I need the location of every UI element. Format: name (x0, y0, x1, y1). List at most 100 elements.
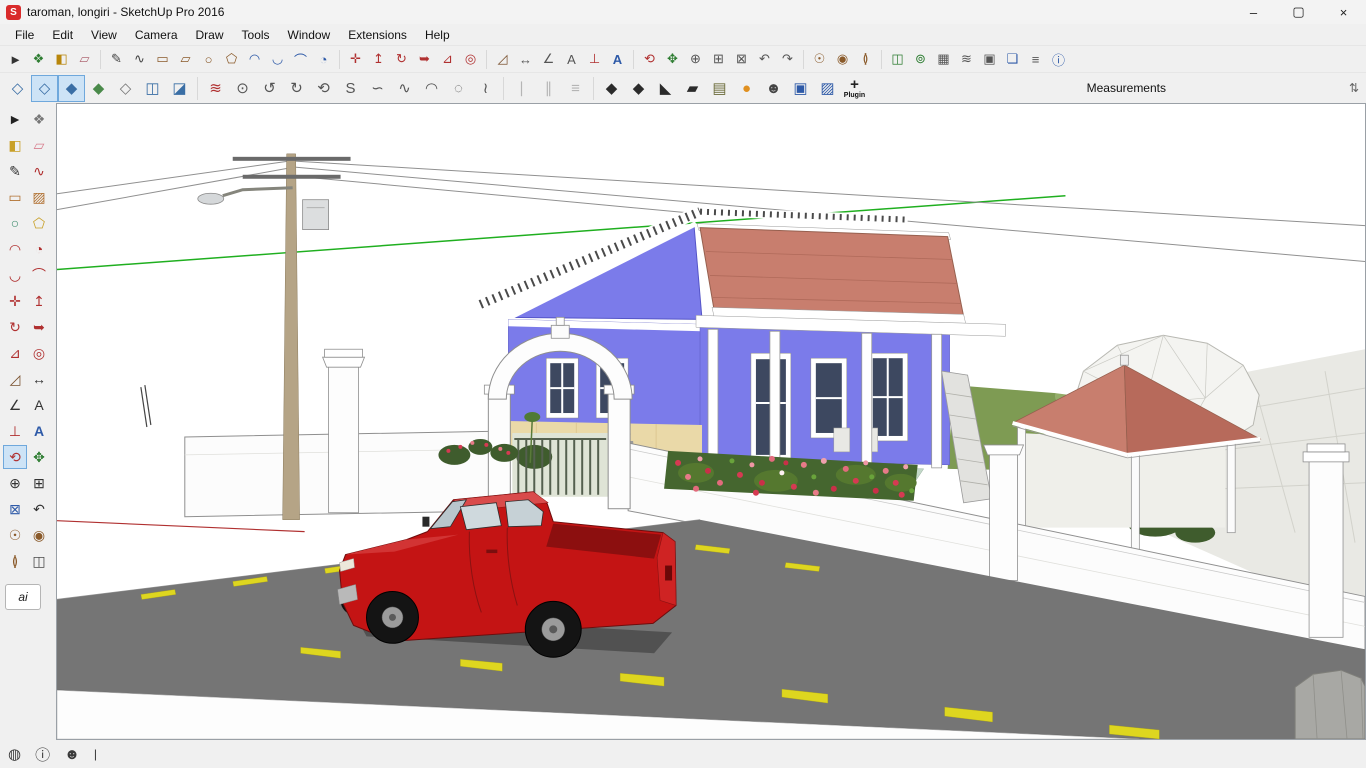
position-camera-tool-icon[interactable]: ☉ (808, 48, 831, 71)
solid-intersect-icon[interactable]: ▰ (679, 75, 706, 102)
paint-bucket-tool[interactable]: ◧ (3, 133, 27, 157)
rotate-tool[interactable]: ↻ (3, 315, 27, 339)
menu-view[interactable]: View (82, 26, 126, 44)
follow-me-tool-icon[interactable]: ➥ (413, 48, 436, 71)
3d-text-tool[interactable]: A (27, 419, 51, 443)
look-around-tool-icon[interactable]: ◉ (831, 48, 854, 71)
zoom-tool[interactable]: ⊕ (3, 471, 27, 495)
guide-lines-icon[interactable]: ∥ (535, 75, 562, 102)
follow-me-tool[interactable]: ➥ (27, 315, 51, 339)
two-point-arc-tool[interactable]: ◡ (3, 263, 27, 287)
freehand-tool[interactable]: ∿ (27, 159, 51, 183)
circle-tool-icon[interactable]: ○ (197, 48, 220, 71)
next-view-icon[interactable]: ↷ (776, 48, 799, 71)
make-component-tool[interactable]: ❖ (27, 107, 51, 131)
position-camera-tool[interactable]: ☉ (3, 523, 27, 547)
dimension-tool[interactable]: ↔ (27, 367, 51, 391)
separator[interactable] (881, 50, 882, 69)
layers-icon[interactable]: ≡ (1024, 48, 1047, 71)
axes-tool[interactable]: ⊥ (3, 419, 27, 443)
style-xray-icon[interactable]: ◫ (139, 75, 166, 102)
model-viewport[interactable] (57, 104, 1365, 739)
shadow-strip-icon[interactable]: ▤ (706, 75, 733, 102)
circle-tool[interactable]: ○ (3, 211, 27, 235)
look-around-tool[interactable]: ◉ (27, 523, 51, 547)
rotated-rectangle-tool-icon[interactable]: ▱ (174, 48, 197, 71)
s-curve-tool-icon[interactable]: S (337, 75, 364, 102)
three-point-arc-tool[interactable]: ⌒ (27, 263, 51, 287)
orbit-tool-icon[interactable]: ⟲ (638, 48, 661, 71)
dimension-tool-icon[interactable]: ↔ (514, 48, 537, 71)
helix-tool-icon[interactable]: ◌ (445, 75, 472, 102)
separator[interactable] (339, 50, 340, 69)
geolocation-icon[interactable]: ◍ (8, 745, 21, 763)
polyline-tool-icon[interactable]: ≀ (472, 75, 499, 102)
pan-tool[interactable]: ✥ (27, 445, 51, 469)
3d-text-tool-icon[interactable]: A (606, 48, 629, 71)
push-pull-tool-icon[interactable]: ↥ (367, 48, 390, 71)
polygon-tool[interactable]: ⬠ (27, 211, 51, 235)
offset-tool-icon[interactable]: ◎ (459, 48, 482, 71)
text-tool-icon[interactable]: A (560, 48, 583, 71)
previous-view-icon[interactable]: ↶ (753, 48, 776, 71)
separator[interactable] (486, 50, 487, 69)
curve-undo-icon[interactable]: ↺ (256, 75, 283, 102)
pan-tool-icon[interactable]: ✥ (661, 48, 684, 71)
separator[interactable] (633, 50, 634, 69)
close-button[interactable]: × (1321, 0, 1366, 24)
solid-subtract-icon[interactable]: ◆ (625, 75, 652, 102)
three-point-arc-tool-icon[interactable]: ⌒ (289, 48, 312, 71)
style-hidden-line-icon[interactable]: ◇ (31, 75, 58, 102)
zoom-window-tool-icon[interactable]: ⊞ (707, 48, 730, 71)
separator[interactable] (100, 50, 101, 69)
rectangle-tool[interactable]: ▭ (3, 185, 27, 209)
ai-plugin-button[interactable]: ai (5, 584, 41, 610)
protractor-tool-icon[interactable]: ∠ (537, 48, 560, 71)
style-builder-icon[interactable]: ▨ (814, 75, 841, 102)
walk-tool-icon[interactable]: ≬ (854, 48, 877, 71)
toolbar-options-icon[interactable]: ⇅ (1346, 81, 1362, 95)
match-photo-icon[interactable]: ▣ (978, 48, 1001, 71)
arc-tool[interactable]: ◠ (3, 237, 27, 261)
zoom-tool-icon[interactable]: ⊕ (684, 48, 707, 71)
maximize-button[interactable]: ▢ (1276, 0, 1321, 24)
menu-file[interactable]: File (6, 26, 43, 44)
spline-tool-icon[interactable]: ∿ (391, 75, 418, 102)
separator[interactable] (593, 77, 594, 100)
minimize-button[interactable]: – (1231, 0, 1276, 24)
eraser-tool[interactable]: ▱ (27, 133, 51, 157)
credits-icon[interactable]: ⓘ (35, 744, 50, 765)
zoom-extents-tool-icon[interactable]: ⊠ (730, 48, 753, 71)
guide-tool-icon[interactable]: ∣ (508, 75, 535, 102)
measurements-input[interactable] (1176, 77, 1346, 99)
menu-extensions[interactable]: Extensions (339, 26, 416, 44)
style-shaded-icon[interactable]: ◆ (58, 75, 85, 102)
rectangle-tool-icon[interactable]: ▭ (151, 48, 174, 71)
plugin-button[interactable]: +Plugin (841, 75, 868, 102)
rotate-tool-icon[interactable]: ↻ (390, 48, 413, 71)
menu-camera[interactable]: Camera (126, 26, 187, 44)
arc-segment-icon[interactable]: ◠ (418, 75, 445, 102)
style-textured-icon[interactable]: ◆ (85, 75, 112, 102)
menu-tools[interactable]: Tools (233, 26, 279, 44)
curve-redo-icon[interactable]: ↻ (283, 75, 310, 102)
line-tool-icon[interactable]: ✎ (105, 48, 128, 71)
solid-trim-icon[interactable]: ◣ (652, 75, 679, 102)
zoom-window-tool[interactable]: ⊞ (27, 471, 51, 495)
scale-tool[interactable]: ⊿ (3, 341, 27, 365)
spiral-tool-icon[interactable]: ⟲ (310, 75, 337, 102)
select-tool[interactable]: ► (3, 107, 27, 131)
axes-tool-icon[interactable]: ⊥ (583, 48, 606, 71)
solid-union-icon[interactable]: ◆ (598, 75, 625, 102)
line-tool[interactable]: ✎ (3, 159, 27, 183)
person-icon[interactable]: ☻ (760, 75, 787, 102)
rotated-rectangle-tool[interactable]: ▨ (27, 185, 51, 209)
fog-toggle-icon[interactable]: ≋ (955, 48, 978, 71)
style-monochrome-icon[interactable]: ◇ (112, 75, 139, 102)
polygon-tool-icon[interactable]: ⬠ (220, 48, 243, 71)
move-tool-icon[interactable]: ✛ (344, 48, 367, 71)
walk-tool[interactable]: ≬ (3, 549, 27, 573)
guide-grid-icon[interactable]: ≡ (562, 75, 589, 102)
two-point-arc-tool-icon[interactable]: ◡ (266, 48, 289, 71)
layout-icon[interactable]: ▣ (787, 75, 814, 102)
